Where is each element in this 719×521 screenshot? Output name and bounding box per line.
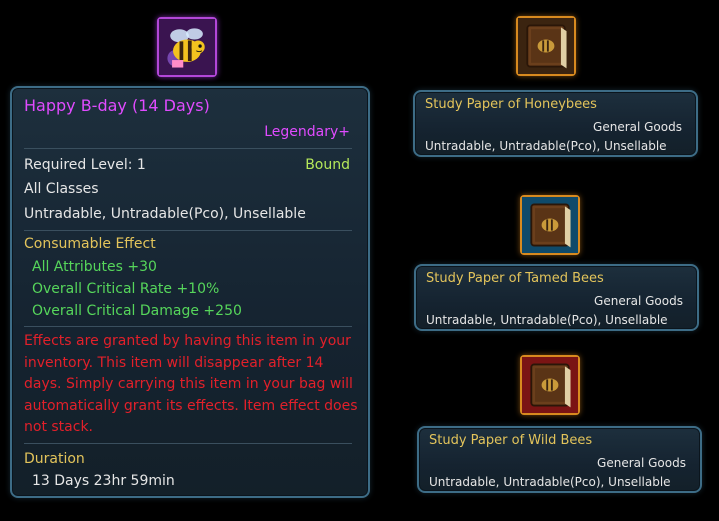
- study-paper-wild-bees-icon[interactable]: [520, 355, 580, 415]
- required-level: Required Level: 1: [24, 157, 146, 173]
- duration-header: Duration: [24, 451, 85, 467]
- item-title: Happy B-day (14 Days): [24, 96, 210, 115]
- effect-header: Consumable Effect: [24, 236, 156, 252]
- effect-line: Overall Critical Rate +10%: [32, 281, 220, 297]
- effect-line: Overall Critical Damage +250: [32, 303, 242, 319]
- study-paper-trade: Untradable, Untradable(Pco), Unsellable: [429, 475, 671, 489]
- study-paper-category: General Goods: [593, 120, 682, 134]
- divider: [24, 326, 352, 327]
- class-restriction: All Classes: [24, 181, 99, 197]
- item-description: Effects are granted by having this item …: [24, 333, 358, 435]
- study-paper-category: General Goods: [594, 294, 683, 308]
- book-icon: [522, 357, 578, 413]
- study-paper-trade: Untradable, Untradable(Pco), Unsellable: [426, 313, 668, 327]
- study-paper-tooltip: Study Paper of Honeybees General Goods U…: [413, 90, 698, 157]
- divider: [24, 230, 352, 231]
- duration-value: 13 Days 23hr 59min: [32, 473, 175, 489]
- effect-line: All Attributes +30: [32, 259, 157, 275]
- study-paper-name: Study Paper of Honeybees: [425, 97, 597, 112]
- item-tooltip: Happy B-day (14 Days) Legendary+ Require…: [10, 86, 370, 498]
- bee-item-icon[interactable]: [157, 17, 217, 77]
- book-icon: [518, 18, 574, 74]
- study-paper-tamed-bees-icon[interactable]: [520, 195, 580, 255]
- bound-status: Bound: [305, 157, 350, 173]
- study-paper-tooltip: Study Paper of Tamed Bees General Goods …: [414, 264, 699, 331]
- book-icon: [522, 197, 578, 253]
- study-paper-name: Study Paper of Wild Bees: [429, 433, 593, 448]
- study-paper-tooltip: Study Paper of Wild Bees General Goods U…: [417, 426, 702, 493]
- study-paper-category: General Goods: [597, 456, 686, 470]
- item-grade: Legendary+: [264, 124, 350, 140]
- study-paper-name: Study Paper of Tamed Bees: [426, 271, 604, 286]
- trade-restriction: Untradable, Untradable(Pco), Unsellable: [24, 206, 306, 222]
- divider: [24, 148, 352, 149]
- divider: [24, 443, 352, 444]
- study-paper-trade: Untradable, Untradable(Pco), Unsellable: [425, 139, 667, 153]
- study-paper-honeybees-icon[interactable]: [516, 16, 576, 76]
- bee-icon: [159, 19, 215, 75]
